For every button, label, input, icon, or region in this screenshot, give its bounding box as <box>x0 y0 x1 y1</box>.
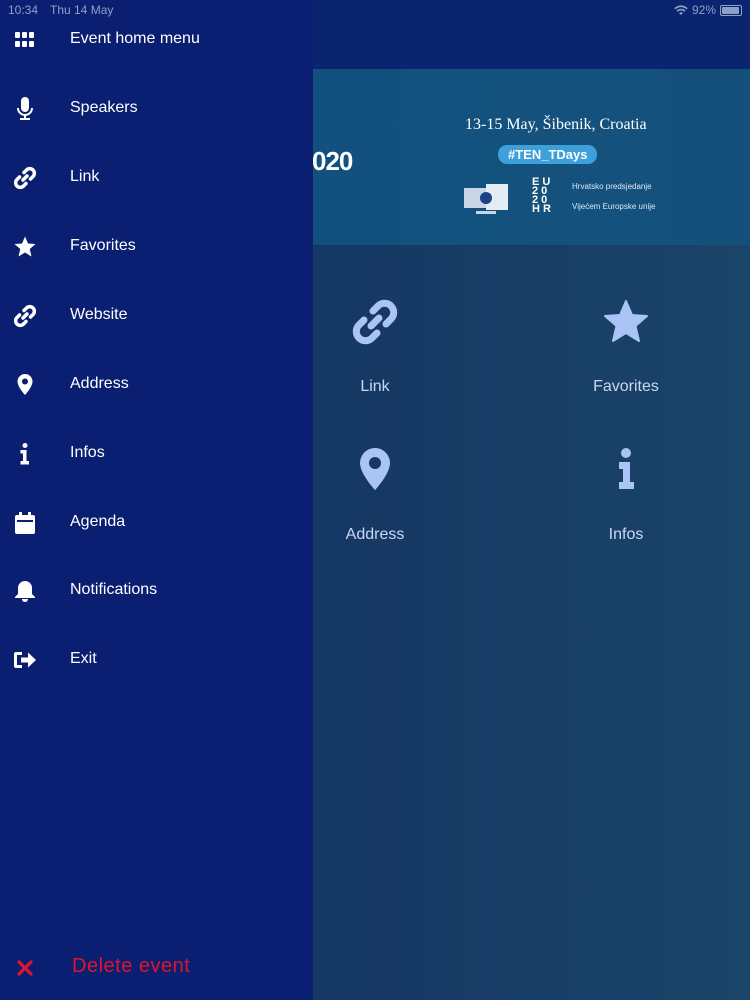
delete-event-button[interactable]: Delete event <box>0 943 313 993</box>
menu-item-notifications[interactable]: Notifications <box>0 566 313 616</box>
menu-item-link[interactable]: Link <box>0 153 313 203</box>
link-icon <box>12 304 38 328</box>
link-icon <box>12 166 38 190</box>
tile-label: Infos <box>608 526 644 543</box>
presidency-line: Vijećem Europske unije <box>572 202 656 211</box>
delete-event-label: Delete event <box>72 955 191 977</box>
status-bar: 10:34 Thu 14 May 92% <box>0 0 750 20</box>
presidency-line-faded <box>572 212 655 222</box>
battery-percent: 92% <box>691 3 716 17</box>
map-pin-icon <box>12 373 38 397</box>
tile-label: Favorites <box>593 378 659 395</box>
presidency-line-faded <box>572 192 655 202</box>
banner-year-fragment: 020 <box>312 146 353 176</box>
microphone-icon <box>12 97 38 121</box>
menu-item-label: Infos <box>70 444 105 461</box>
info-icon <box>619 448 634 489</box>
menu-item-label: Website <box>70 306 128 323</box>
side-drawer: Event home menu Speakers Link Favorites … <box>0 0 313 1000</box>
menu-item-label: Exit <box>70 650 97 667</box>
info-icon <box>12 442 38 466</box>
european-commission-logo <box>464 184 508 214</box>
status-time: 10:34 <box>8 3 39 17</box>
eu2020hr-logo: E U 2 0 2 0 H R <box>532 177 568 218</box>
sign-out-icon <box>12 648 38 672</box>
menu-item-website[interactable]: Website <box>0 291 313 341</box>
menu-item-speakers[interactable]: Speakers <box>0 84 313 134</box>
presidency-text: Hrvatsko predsjedanje Vijećem Europske u… <box>572 182 655 222</box>
star-icon <box>12 235 38 259</box>
menu-item-label: Event home menu <box>70 30 200 47</box>
presidency-line: Hrvatsko predsjedanje <box>572 182 652 191</box>
star-icon <box>604 300 648 342</box>
close-icon <box>12 956 38 980</box>
menu-item-favorites[interactable]: Favorites <box>0 222 313 272</box>
banner-logos: E U 2 0 2 0 H R Hrvatsko predsjedanje Vi… <box>460 177 690 222</box>
status-date: Thu 14 May <box>50 3 114 17</box>
menu-item-label: Agenda <box>70 513 126 530</box>
status-indicators: 92% <box>674 3 742 17</box>
link-icon <box>352 299 398 345</box>
banner-date-location: 13-15 May, Šibenik, Croatia <box>465 116 647 133</box>
battery-level-fill <box>722 6 739 14</box>
grid-icon <box>12 28 38 52</box>
menu-item-exit[interactable]: Exit <box>0 635 313 685</box>
menu-item-label: Speakers <box>70 99 138 116</box>
battery-icon <box>720 4 742 16</box>
tile-infos[interactable]: Infos <box>526 446 726 566</box>
menu-item-label: Link <box>70 168 100 185</box>
menu-item-label: Address <box>70 375 129 392</box>
menu-item-label: Favorites <box>70 237 136 254</box>
menu-item-agenda[interactable]: Agenda <box>0 498 313 548</box>
tile-favorites[interactable]: Favorites <box>526 298 726 418</box>
wifi-icon <box>674 4 688 15</box>
menu-item-event-home[interactable]: Event home menu <box>0 15 313 65</box>
bell-icon <box>12 579 38 603</box>
menu-item-infos[interactable]: Infos <box>0 429 313 479</box>
menu-item-address[interactable]: Address <box>0 360 313 410</box>
map-pin-icon <box>360 448 390 490</box>
eu2020-line: H R <box>532 203 551 215</box>
banner-hashtag: #TEN_TDays <box>498 145 598 164</box>
calendar-icon <box>12 511 38 535</box>
menu-item-label: Notifications <box>70 581 158 598</box>
